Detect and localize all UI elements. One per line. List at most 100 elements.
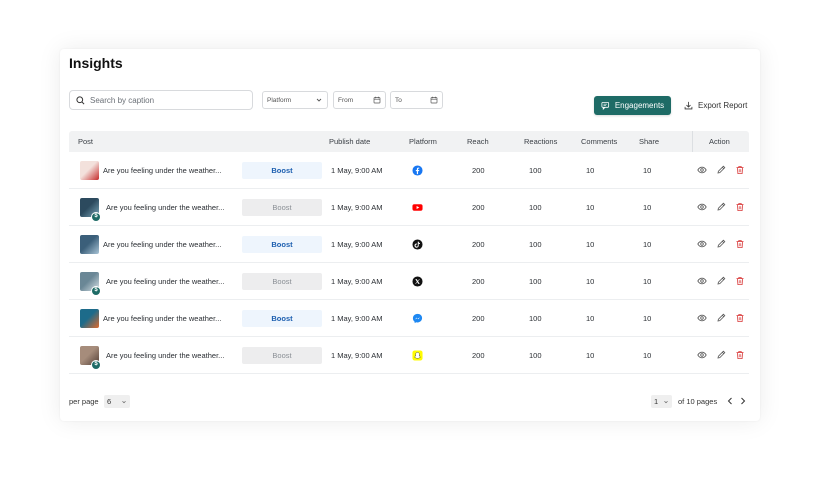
calendar-icon (430, 96, 438, 104)
x-icon (412, 275, 423, 287)
row-actions (697, 276, 745, 286)
reach-value: 200 (472, 350, 485, 360)
share-value: 10 (643, 165, 652, 175)
trash-icon[interactable] (735, 313, 745, 323)
post-caption: Are you feeling under the weather... (103, 239, 222, 249)
trash-icon[interactable] (735, 165, 745, 175)
current-page: 1 (654, 397, 659, 406)
publish-date: 1 May, 9:00 AM (331, 202, 383, 212)
reactions-value: 100 (529, 350, 542, 360)
platform-select-label: Platform (267, 96, 292, 104)
eye-icon[interactable] (697, 202, 707, 212)
boost-button[interactable]: Boost (242, 161, 322, 179)
post-caption: Are you feeling under the weather... (103, 313, 222, 323)
engagements-button[interactable]: Engagements (594, 96, 671, 115)
to-date-field[interactable]: To (390, 91, 443, 109)
from-date-field[interactable]: From (333, 91, 386, 109)
tiktok-icon (412, 238, 423, 250)
eye-icon[interactable] (697, 276, 707, 286)
search-input[interactable] (90, 95, 250, 105)
boost-button[interactable]: Boost (242, 198, 322, 216)
header-publish-date: Publish date (329, 137, 371, 146)
header-reach: Reach (467, 137, 489, 146)
boost-button[interactable]: Boost (242, 309, 322, 327)
reactions-value: 100 (529, 239, 542, 249)
trash-icon[interactable] (735, 239, 745, 249)
header-comments: Comments (581, 137, 618, 146)
reactions-value: 100 (529, 165, 542, 175)
comments-value: 10 (586, 350, 595, 360)
chevron-right-icon[interactable] (738, 396, 748, 406)
search-field[interactable] (69, 90, 253, 110)
publish-date: 1 May, 9:00 AM (331, 276, 383, 286)
header-divider (692, 131, 693, 152)
chat-icon (601, 101, 609, 110)
publish-date: 1 May, 9:00 AM (331, 165, 383, 175)
page-title: Insights (69, 55, 123, 71)
eye-icon[interactable] (697, 165, 707, 175)
page-count-text: of 10 pages (678, 397, 718, 406)
boost-label: Boost (271, 239, 293, 249)
reactions-value: 100 (529, 202, 542, 212)
trash-icon[interactable] (735, 202, 745, 212)
row-actions (697, 350, 745, 360)
platform-select[interactable]: Platform (262, 91, 328, 109)
table-header: Post Publish date Platform Reach Reactio… (69, 131, 749, 152)
boost-label: Boost (272, 350, 292, 360)
row-actions (697, 202, 745, 212)
reach-value: 200 (472, 165, 485, 175)
boost-label: Boost (271, 165, 293, 175)
search-icon (76, 95, 85, 104)
edit-icon[interactable] (716, 165, 726, 175)
per-page-value: 6 (107, 397, 112, 406)
per-page-select[interactable]: 6 (104, 395, 130, 408)
eye-icon[interactable] (697, 313, 707, 323)
chevron-left-icon[interactable] (725, 396, 735, 406)
edit-icon[interactable] (716, 350, 726, 360)
reach-value: 200 (472, 276, 485, 286)
post-caption: Are you feeling under the weather... (106, 202, 225, 212)
boost-label: Boost (271, 313, 293, 323)
boost-button[interactable]: Boost (242, 272, 322, 290)
post-thumbnail (80, 234, 99, 254)
publish-date: 1 May, 9:00 AM (331, 350, 383, 360)
edit-icon[interactable] (716, 239, 726, 249)
table-row: $ Are you feeling under the weather... B… (69, 337, 749, 374)
share-value: 10 (643, 239, 652, 249)
row-actions (697, 313, 745, 323)
eye-icon[interactable] (697, 239, 707, 249)
boost-button[interactable]: Boost (242, 235, 322, 253)
per-page-label: per page (69, 397, 99, 406)
header-share: Share (639, 137, 660, 146)
chevron-down-icon (664, 400, 668, 403)
eye-icon[interactable] (697, 350, 707, 360)
chevron-down-icon (122, 400, 126, 403)
share-value: 10 (643, 350, 652, 360)
reactions-value: 100 (529, 276, 542, 286)
share-value: 10 (643, 202, 652, 212)
snapchat-icon (412, 349, 423, 361)
header-post: Post (78, 137, 94, 146)
edit-icon[interactable] (716, 313, 726, 323)
edit-icon[interactable] (716, 202, 726, 212)
boost-label: Boost (272, 202, 292, 212)
dollar-icon: $ (91, 360, 101, 370)
boost-button[interactable]: Boost (242, 346, 322, 364)
trash-icon[interactable] (735, 350, 745, 360)
post-caption: Are you feeling under the weather... (106, 276, 225, 286)
table-row: Are you feeling under the weather... Boo… (69, 152, 749, 189)
page-select[interactable]: 1 (651, 395, 672, 408)
publish-date: 1 May, 9:00 AM (331, 313, 383, 323)
facebook-icon (412, 164, 423, 176)
reactions-value: 100 (529, 313, 542, 323)
youtube-icon (412, 202, 423, 213)
export-report-button[interactable]: Export Report (684, 97, 747, 114)
download-icon (684, 101, 693, 110)
header-platform: Platform (409, 137, 437, 146)
share-value: 10 (643, 313, 652, 323)
from-date-label: From (338, 96, 354, 104)
to-date-label: To (395, 96, 402, 104)
edit-icon[interactable] (716, 276, 726, 286)
export-report-label: Export Report (698, 101, 748, 110)
trash-icon[interactable] (735, 276, 745, 286)
